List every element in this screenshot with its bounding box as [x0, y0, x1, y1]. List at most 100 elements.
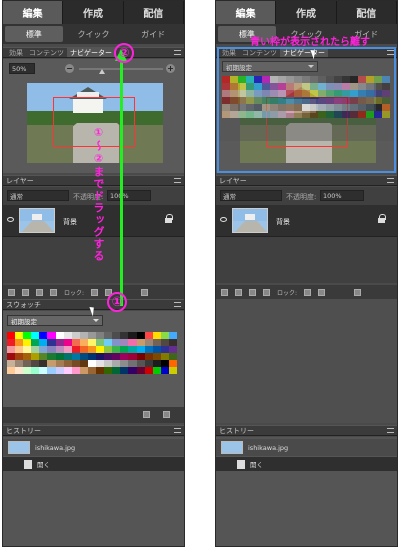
swatch-color[interactable]	[120, 346, 129, 353]
history-step-open[interactable]: 開く	[3, 457, 184, 471]
swatch-trash-icon[interactable]	[163, 411, 170, 418]
swatch-color[interactable]	[63, 353, 72, 360]
swatch-color[interactable]	[136, 367, 145, 374]
trash-icon[interactable]	[141, 288, 149, 296]
swatch-color[interactable]	[136, 346, 145, 353]
zoom-out-button[interactable]: −	[65, 64, 74, 73]
swatch-color[interactable]	[136, 339, 145, 346]
swatch-grid[interactable]	[7, 332, 177, 374]
swatch-color[interactable]	[79, 339, 88, 346]
mode-tab-quick[interactable]: クイック	[65, 26, 123, 42]
tab-share-right[interactable]: 配信	[337, 1, 397, 24]
new-group-icon[interactable]	[22, 288, 29, 296]
mode-tab-standard[interactable]: 標準	[5, 26, 63, 42]
swatch-color[interactable]	[15, 332, 24, 339]
swatch-color[interactable]	[55, 332, 64, 339]
zoom-slider-thumb[interactable]	[99, 69, 105, 74]
layers-menu-icon[interactable]	[174, 178, 181, 183]
swatch-color[interactable]	[39, 360, 48, 367]
tab-edit-right[interactable]: 編集	[216, 1, 277, 24]
swatches-menu-icon[interactable]	[174, 302, 181, 307]
visibility-eye-icon-right[interactable]	[220, 217, 227, 222]
panel-menu-icon[interactable]	[174, 50, 181, 55]
zoom-value-field[interactable]: 50%	[9, 63, 35, 74]
swatch-color[interactable]	[112, 339, 121, 346]
swatch-color[interactable]	[104, 346, 113, 353]
mode-tab-guide[interactable]: ガイド	[124, 26, 182, 42]
blend-mode-select[interactable]: 通常	[7, 190, 69, 201]
swatch-color[interactable]	[63, 332, 72, 339]
swatch-color[interactable]	[144, 367, 153, 374]
swatch-color[interactable]	[112, 360, 121, 367]
lock-pixels-icon-right[interactable]	[304, 288, 312, 296]
history-step-open-right[interactable]: 開く	[216, 457, 397, 471]
swatch-color[interactable]	[55, 353, 64, 360]
new-group-icon-right[interactable]	[235, 288, 242, 296]
new-layer-icon-right[interactable]	[221, 288, 228, 296]
layer-mask-icon[interactable]	[50, 288, 57, 296]
swatch-color[interactable]	[63, 367, 72, 374]
adjustment-layer-icon-right[interactable]	[249, 288, 256, 296]
swatch-color[interactable]	[144, 353, 153, 360]
swatch-color[interactable]	[168, 353, 177, 360]
swatch-color[interactable]	[31, 339, 40, 346]
layer-mask-icon-right[interactable]	[263, 288, 270, 296]
swatch-color[interactable]	[31, 360, 40, 367]
swatch-color[interactable]	[112, 353, 121, 360]
swatch-color[interactable]	[112, 346, 121, 353]
swatch-color[interactable]	[31, 332, 40, 339]
swatch-color[interactable]	[31, 353, 40, 360]
swatch-color[interactable]	[23, 346, 32, 353]
swatch-color[interactable]	[39, 346, 48, 353]
swatch-color[interactable]	[15, 339, 24, 346]
swatch-color[interactable]	[87, 367, 97, 374]
swatch-color[interactable]	[96, 367, 105, 374]
swatch-color[interactable]	[7, 367, 16, 374]
swatch-color[interactable]	[128, 367, 137, 374]
swatch-set-select[interactable]: 初期設定	[7, 315, 103, 326]
lock-pixels-icon[interactable]	[91, 288, 99, 296]
adjustment-layer-icon[interactable]	[36, 288, 43, 296]
swatch-color[interactable]	[136, 353, 145, 360]
swatch-color[interactable]	[112, 367, 121, 374]
swatch-color[interactable]	[23, 353, 32, 360]
swatch-color[interactable]	[168, 332, 177, 339]
swatch-color[interactable]	[144, 332, 153, 339]
swatch-color[interactable]	[96, 339, 105, 346]
swatch-color[interactable]	[104, 332, 113, 339]
swatch-color[interactable]	[128, 332, 137, 339]
swatch-color[interactable]	[168, 346, 177, 353]
swatch-color[interactable]	[15, 367, 24, 374]
tab-share[interactable]: 配信	[124, 1, 184, 24]
lock-all-icon-right[interactable]	[318, 288, 326, 296]
swatch-color[interactable]	[47, 339, 56, 346]
swatch-color[interactable]	[152, 353, 161, 360]
swatch-color[interactable]	[104, 353, 113, 360]
swatch-color[interactable]	[160, 332, 169, 339]
swatch-color[interactable]	[47, 332, 56, 339]
panel-tab-navigator[interactable]: ナビゲーター	[67, 48, 115, 57]
swatch-color[interactable]	[120, 353, 129, 360]
opacity-field[interactable]: 100%	[107, 190, 151, 201]
swatch-color[interactable]	[71, 367, 80, 374]
swatch-color[interactable]	[96, 346, 105, 353]
panel-tab-content[interactable]: コンテンツ	[26, 48, 67, 57]
swatch-color[interactable]	[152, 367, 161, 374]
swatch-color[interactable]	[87, 353, 97, 360]
swatch-color[interactable]	[96, 353, 105, 360]
swatch-color[interactable]	[128, 360, 137, 367]
swatch-color[interactable]	[15, 360, 24, 367]
swatch-color[interactable]	[63, 339, 72, 346]
swatch-color[interactable]	[79, 346, 88, 353]
layers-menu-icon-right[interactable]	[387, 178, 394, 183]
swatch-color[interactable]	[120, 339, 129, 346]
swatch-color[interactable]	[152, 339, 161, 346]
swatch-color[interactable]	[63, 360, 72, 367]
swatch-color[interactable]	[152, 346, 161, 353]
swatch-color[interactable]	[71, 353, 80, 360]
swatch-color[interactable]	[96, 360, 105, 367]
swatch-color[interactable]	[128, 353, 137, 360]
zoom-in-button[interactable]: +	[166, 64, 175, 73]
swatch-color[interactable]	[23, 367, 32, 374]
swatch-color[interactable]	[160, 353, 169, 360]
